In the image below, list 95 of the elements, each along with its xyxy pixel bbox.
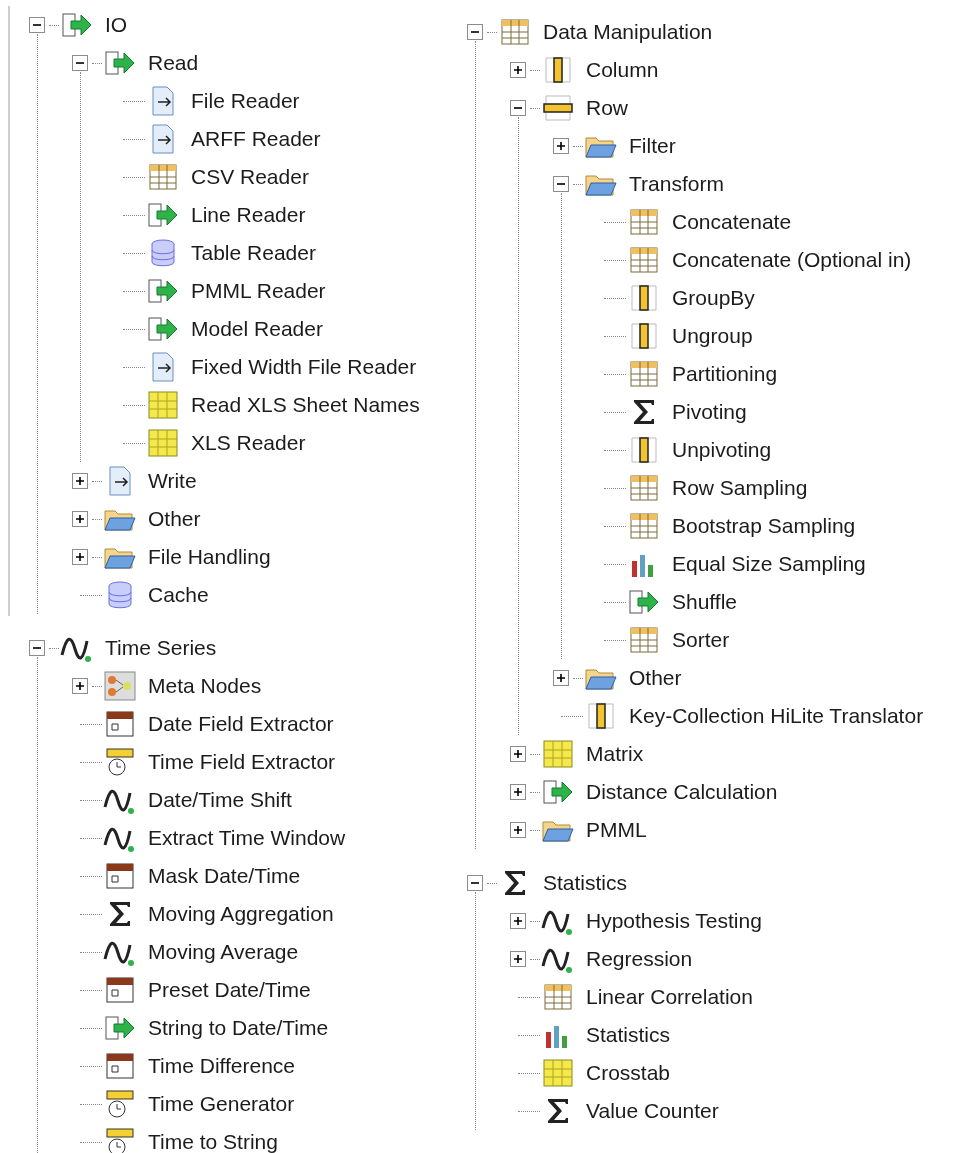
tree-item-label[interactable]: Row Sampling (672, 472, 808, 504)
tree-item-label[interactable]: Other (148, 503, 201, 535)
expand-toggle[interactable] (72, 549, 88, 565)
plus-icon (513, 954, 523, 964)
collapse-toggle[interactable] (467, 875, 483, 891)
tree-item-label[interactable]: Meta Nodes (148, 670, 262, 702)
tree-item-label[interactable]: File Handling (148, 541, 271, 573)
tree-item-label[interactable]: Write (148, 465, 197, 497)
tree-item-label[interactable]: GroupBy (672, 282, 755, 314)
tree-item-label[interactable]: Equal Size Sampling (672, 548, 866, 580)
plus-icon (513, 916, 523, 926)
tree-item-label[interactable]: Sorter (672, 624, 730, 656)
tree-item-label[interactable]: Statistics (586, 1019, 671, 1051)
tree-item-label[interactable]: Concatenate (672, 206, 792, 238)
plus-icon (75, 681, 85, 691)
expand-toggle[interactable] (510, 822, 526, 838)
tree-item-label[interactable]: Transform (629, 168, 724, 200)
collapse-toggle[interactable] (29, 17, 45, 33)
expand-toggle[interactable] (510, 784, 526, 800)
collapse-toggle[interactable] (467, 24, 483, 40)
tree-item-label[interactable]: Time Generator (148, 1088, 295, 1120)
tree-item-label[interactable]: Hypothesis Testing (586, 905, 762, 937)
tree-item-label[interactable]: Ungroup (672, 320, 753, 352)
plus-icon (513, 65, 523, 75)
tree-item-label[interactable]: Unpivoting (672, 434, 772, 466)
tree-item-label[interactable]: PMML (586, 814, 647, 846)
spreadsheet-icon (540, 737, 576, 771)
tree-item-label[interactable]: Time Difference (148, 1050, 296, 1082)
tree-item-label[interactable]: Partitioning (672, 358, 778, 390)
spreadsheet-icon (145, 426, 181, 460)
expand-toggle[interactable] (553, 670, 569, 686)
expand-toggle[interactable] (510, 62, 526, 78)
tree-item-label[interactable]: Pivoting (672, 396, 747, 428)
tree-item-label[interactable]: Concatenate (Optional in) (672, 244, 912, 276)
tree-item-label[interactable]: Statistics (543, 867, 628, 899)
collapse-toggle[interactable] (72, 55, 88, 71)
tree-item-label[interactable]: IO (105, 9, 128, 41)
spreadsheet-icon (145, 388, 181, 422)
tree-item-label[interactable]: Time to String (148, 1126, 278, 1153)
plus-icon (556, 673, 566, 683)
tree-item-label[interactable]: Moving Aggregation (148, 898, 334, 930)
tree-item-label[interactable]: Regression (586, 943, 693, 975)
tree-item-label[interactable]: CSV Reader (191, 161, 309, 193)
tree-item-label[interactable]: Crosstab (586, 1057, 671, 1089)
plus-icon (513, 825, 523, 835)
tree-item-label[interactable]: Time Series (105, 632, 217, 664)
tree-item-label[interactable]: ARFF Reader (191, 123, 321, 155)
plus-icon (513, 749, 523, 759)
expand-toggle[interactable] (510, 746, 526, 762)
plus-icon (75, 476, 85, 486)
expand-toggle[interactable] (510, 951, 526, 967)
nodes-icon (102, 669, 138, 703)
tree-item-label[interactable]: Mask Date/Time (148, 860, 301, 892)
tree-item-label[interactable]: Model Reader (191, 313, 323, 345)
tree-item-label[interactable]: Linear Correlation (586, 981, 753, 1013)
tree-item-label[interactable]: Table Reader (191, 237, 316, 269)
tree-item-label[interactable]: PMML Reader (191, 275, 326, 307)
tree-item-label[interactable]: Shuffle (672, 586, 737, 618)
collapse-toggle[interactable] (510, 100, 526, 116)
plus-icon (75, 552, 85, 562)
tree-item-label[interactable]: Read XLS Sheet Names (191, 389, 420, 421)
tree-item-label[interactable]: Key-Collection HiLite Translator (629, 700, 924, 732)
tree-item-label[interactable]: Filter (629, 130, 676, 162)
spreadsheet-icon (540, 1056, 576, 1090)
tree-item-label[interactable]: Cache (148, 579, 209, 611)
tree-item-label[interactable]: Column (586, 54, 659, 86)
tree-item-label[interactable]: XLS Reader (191, 427, 306, 459)
tree-item-label[interactable]: Data Manipulation (543, 16, 713, 48)
expand-toggle[interactable] (510, 913, 526, 929)
tree-item-label[interactable]: Fixed Width File Reader (191, 351, 417, 383)
expand-toggle[interactable] (72, 473, 88, 489)
tree-item-label[interactable]: Moving Average (148, 936, 299, 968)
tree-item-label[interactable]: Distance Calculation (586, 776, 778, 808)
plus-icon (556, 141, 566, 151)
tree-item-label[interactable]: Bootstrap Sampling (672, 510, 856, 542)
plus-icon (75, 514, 85, 524)
tree-item-label[interactable]: Read (148, 47, 199, 79)
expand-toggle[interactable] (72, 511, 88, 527)
tree-item-label[interactable]: Preset Date/Time (148, 974, 311, 1006)
tree-item-label[interactable]: Value Counter (586, 1095, 719, 1127)
tree-item-label[interactable]: Date Field Extractor (148, 708, 334, 740)
plus-icon (513, 787, 523, 797)
tree-item-label[interactable]: Row (586, 92, 628, 124)
tree-item-label[interactable]: Matrix (586, 738, 644, 770)
tree-item-label[interactable]: String to Date/Time (148, 1012, 329, 1044)
tree-item-label[interactable]: Other (629, 662, 682, 694)
expand-toggle[interactable] (72, 678, 88, 694)
collapse-toggle[interactable] (29, 640, 45, 656)
collapse-toggle[interactable] (553, 176, 569, 192)
tree-item-label[interactable]: Line Reader (191, 199, 306, 231)
tree-item-label[interactable]: Extract Time Window (148, 822, 346, 854)
tree-item-label[interactable]: Time Field Extractor (148, 746, 336, 778)
expand-toggle[interactable] (553, 138, 569, 154)
tree-item-label[interactable]: File Reader (191, 85, 300, 117)
tree-item-label[interactable]: Date/Time Shift (148, 784, 292, 816)
